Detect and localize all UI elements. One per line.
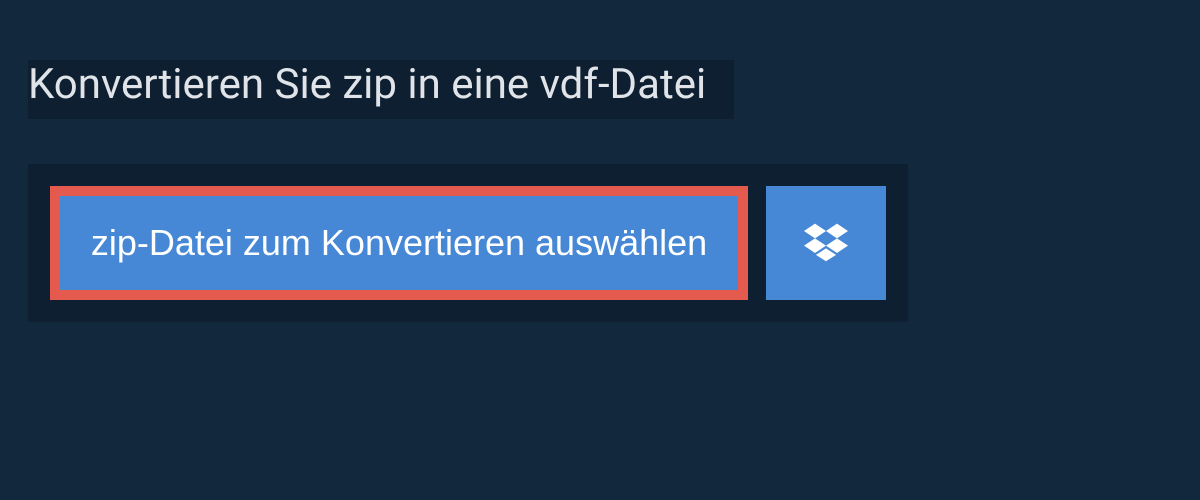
- select-file-label: zip-Datei zum Konvertieren auswählen: [91, 222, 707, 264]
- page-title: Konvertieren Sie zip in eine vdf-Datei: [28, 60, 734, 119]
- select-file-button[interactable]: zip-Datei zum Konvertieren auswählen: [50, 186, 748, 300]
- dropbox-button[interactable]: [766, 186, 886, 300]
- dropbox-icon: [804, 220, 848, 267]
- upload-panel: zip-Datei zum Konvertieren auswählen: [28, 164, 908, 322]
